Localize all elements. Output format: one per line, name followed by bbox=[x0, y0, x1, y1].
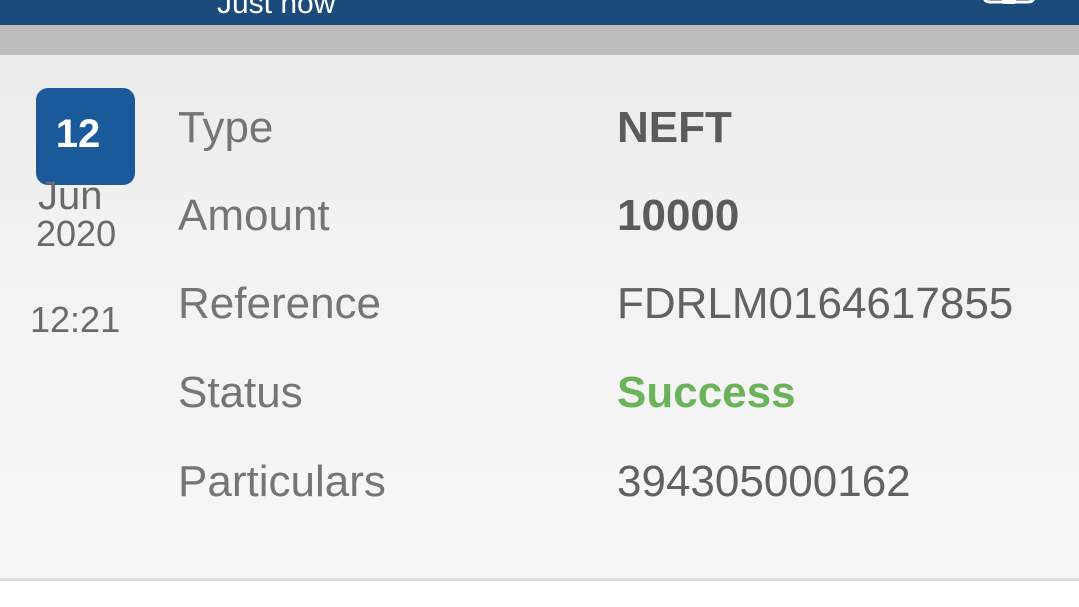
reference-value: FDRLM0164617855 bbox=[617, 279, 1014, 328]
notification-header: Just now bbox=[0, 0, 1079, 25]
date-badge: 12 bbox=[36, 88, 135, 185]
status-label: Status bbox=[178, 368, 303, 417]
header-timestamp: Just now bbox=[217, 0, 336, 20]
date-month: Jun bbox=[38, 174, 103, 218]
date-year: 2020 bbox=[36, 213, 117, 254]
status-value: Success bbox=[617, 368, 796, 417]
reference-label: Reference bbox=[178, 279, 382, 328]
list-background bbox=[0, 581, 1079, 607]
type-value: NEFT bbox=[617, 103, 732, 152]
amount-label: Amount bbox=[178, 191, 330, 240]
settings-icon[interactable] bbox=[980, 0, 1038, 18]
particulars-value: 394305000162 bbox=[617, 457, 911, 506]
date-day: 12 bbox=[55, 112, 101, 156]
particulars-label: Particulars bbox=[178, 457, 386, 506]
transaction-time: 12:21 bbox=[30, 299, 121, 340]
type-label: Type bbox=[178, 103, 274, 152]
amount-value: 10000 bbox=[617, 191, 740, 240]
section-separator bbox=[0, 25, 1079, 55]
